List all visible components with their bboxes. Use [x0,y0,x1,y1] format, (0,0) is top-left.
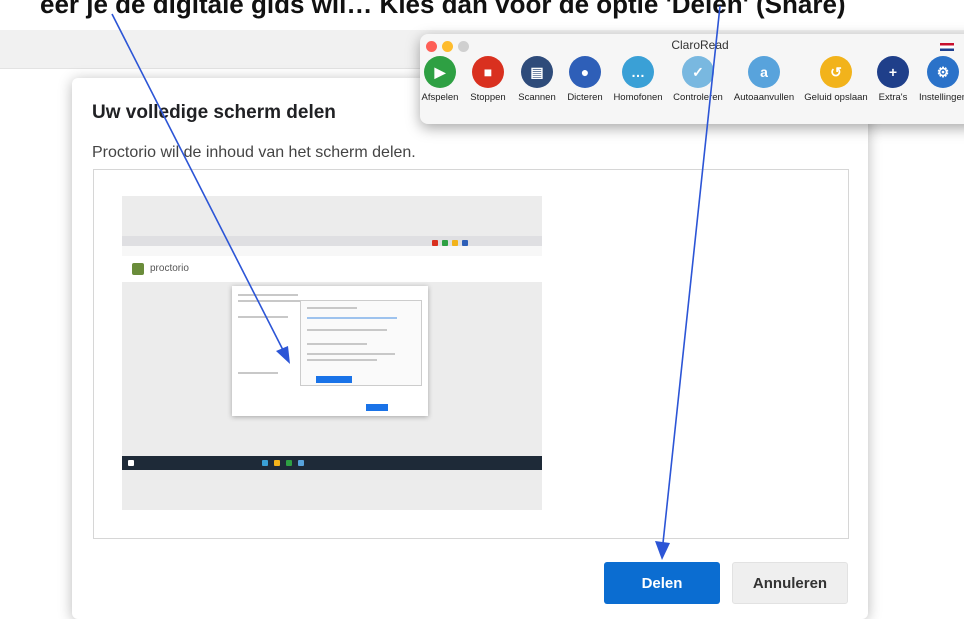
arrow-line-to-share [662,5,721,544]
arrowhead-preview [276,346,290,364]
arrowhead-share [655,541,670,560]
arrow-line-to-preview [111,13,284,351]
annotation-arrows [111,5,721,560]
